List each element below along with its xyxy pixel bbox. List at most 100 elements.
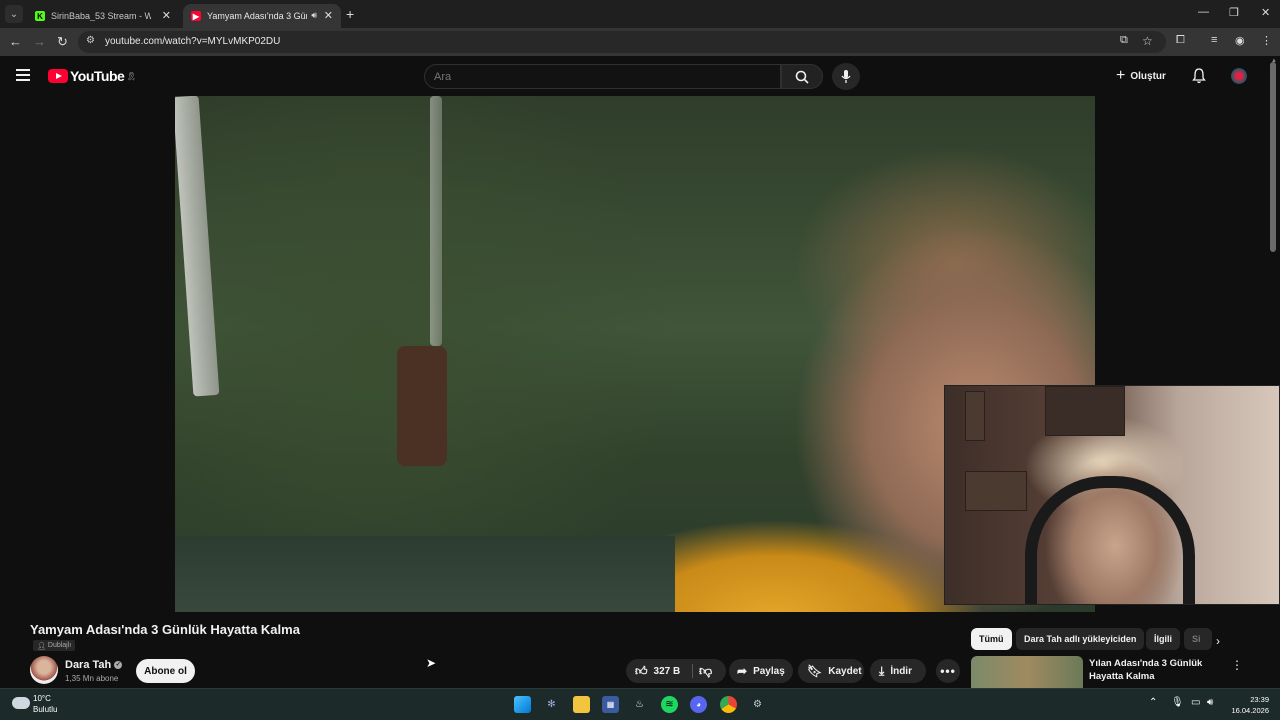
divider [692,664,693,678]
search-button[interactable] [781,64,823,89]
new-tab-button[interactable]: + [346,6,354,22]
discord-icon[interactable]: ◕ [690,696,707,713]
dubbed-badge: 👤︎ Dublajlı [33,640,76,651]
restore-icon[interactable]: ❐ [1229,6,1239,19]
profile-icon[interactable]: ◉ [1235,34,1245,47]
video-scene-water [175,536,675,612]
youtube-logo-text: YouTube [70,68,125,84]
wall-poster [965,471,1027,511]
tab-search-button[interactable]: ⌄ [5,5,23,23]
system-clock[interactable]: 23:39 16.04.2026 [1229,694,1269,716]
video-scene-person [397,346,447,466]
chrome-icon[interactable] [720,696,737,713]
back-icon[interactable]: ← [9,34,22,49]
weather-temperature[interactable]: 10°C [33,694,51,703]
cloud-icon[interactable] [12,697,30,709]
browser-menu-icon[interactable]: ⋮ [1261,34,1272,47]
chip-all[interactable]: Tümü [971,628,1012,650]
chip-related[interactable]: İlgili [1146,628,1180,650]
chevron-right-icon[interactable]: › [1216,634,1220,648]
kick-icon: K [35,11,45,21]
tab-title: Yamyam Adası'nda 3 Günlük [207,11,307,21]
create-label: Oluştur [1130,70,1166,82]
share-label: Paylaş [753,665,785,677]
minimize-icon[interactable]: — [1198,6,1209,18]
save-label: Kaydet [828,665,862,677]
more-vertical-icon[interactable]: ⋮ [1231,658,1243,672]
address-bar[interactable]: ⚙ youtube.com/watch?v=MYLvMKP02DU [78,31,1166,53]
channel-avatar[interactable] [30,656,58,684]
close-tab-icon[interactable]: ✕ [324,9,333,22]
cast-icon[interactable]: ⧉ [1120,34,1128,47]
notifications-button[interactable] [1192,68,1206,89]
bookmark-icon: 🔖︎ [807,664,823,678]
video-title: Yamyam Adası'nda 3 Günlük Hayatta Kalma [30,622,300,637]
person-icon: 👤︎ [37,642,46,650]
forward-icon[interactable]: → [33,34,46,49]
voice-search-button[interactable] [832,63,860,90]
search-icon [795,70,809,84]
download-button[interactable]: ⤓ İndir [870,659,926,683]
extensions-icon[interactable]: ⧠ [1176,34,1185,47]
wall-poster [965,391,985,441]
windows-taskbar: 10°C Bulutlu ✻ ▦ ♨ ≋ ◕ ⚙ ⌃ 🎙︎ ▭ 🔊︎ 23:39… [0,688,1280,720]
media-control-icon[interactable]: ≡ [1211,34,1217,46]
share-button[interactable]: ➦ Paylaş [729,659,793,683]
microsoft-store-icon[interactable]: ▦ [602,696,619,713]
subscribe-button[interactable]: Abone ol [136,659,195,683]
reload-icon[interactable]: ↻ [57,34,68,50]
search-box[interactable] [424,64,781,89]
youtube-header: YouTube 🎗︎ + Oluştur [0,56,1280,96]
close-window-icon[interactable]: ✕ [1261,6,1270,19]
thumbs-up-icon[interactable]: 👍︎ [635,664,648,679]
like-dislike-group: 👍︎ 327 B 👎︎ [626,659,726,683]
create-button[interactable]: + Oluştur [1116,65,1166,87]
subscriber-count: 1,35 Mn abone [65,674,119,683]
display-icon[interactable]: ▭ [1191,697,1200,708]
like-count[interactable]: 327 B [654,666,681,677]
tab-kick[interactable]: K SirinBaba_53 Stream - Watch Li ✕ [27,4,179,28]
channel-name-link[interactable]: Dara Tah ✓ [65,659,123,671]
weather-condition[interactable]: Bulutlu [33,705,57,714]
settings-app-icon[interactable]: ✻ [543,696,560,713]
volume-icon[interactable]: 🔊︎ [1207,697,1213,708]
chevron-up-icon[interactable]: ⌃ [1149,697,1157,708]
app-icon[interactable]: ⚙ [749,696,766,713]
chip-from-uploader[interactable]: Dara Tah adlı yükleyiciden [1016,628,1145,650]
headset [1025,476,1195,604]
youtube-icon: ▶ [191,11,201,21]
recommended-video-thumbnail[interactable] [971,656,1083,688]
file-explorer-icon[interactable] [573,696,590,713]
steam-icon[interactable]: ♨ [631,696,648,713]
bell-icon [1192,68,1206,84]
windows-start-icon[interactable] [514,696,531,713]
chip-more[interactable]: Si [1184,628,1212,650]
close-tab-icon[interactable]: ✕ [162,9,171,22]
thumbs-down-icon[interactable]: 👎︎ [699,663,712,679]
clock-date: 16.04.2026 [1231,706,1269,715]
account-avatar[interactable] [1231,68,1247,84]
microphone-tray-icon[interactable]: 🎙︎ [1171,697,1184,708]
channel-name: Dara Tah [65,659,112,671]
plus-icon: + [1116,67,1126,84]
page-scrollbar[interactable] [1270,62,1276,252]
verified-icon: ✓ [114,661,123,670]
site-info-icon[interactable]: ⚙ [86,35,95,46]
ribbon-icon: 🎗︎ [126,71,137,81]
recommended-video-title[interactable]: Yılan Adası'nda 3 Günlük Hayatta Kalma [1089,657,1219,683]
youtube-logo[interactable]: YouTube 🎗︎ [48,68,136,84]
download-label: İndir [890,665,912,677]
search-input[interactable] [434,71,734,83]
tab-youtube[interactable]: ▶ Yamyam Adası'nda 3 Günlük 🔊︎ ✕ [183,4,341,28]
share-icon: ➦ [737,664,748,678]
wall-poster [1045,386,1125,436]
clock-time: 23:39 [1250,695,1269,704]
spotify-icon[interactable]: ≋ [661,696,678,713]
bookmark-star-icon[interactable]: ☆ [1142,34,1153,48]
more-horizontal-icon: ••• [940,664,956,678]
speaker-icon[interactable]: 🔊︎ [311,10,317,21]
dubbed-badge-label: Dublajlı [47,642,72,649]
hamburger-menu-icon[interactable] [16,69,30,81]
more-actions-button[interactable]: ••• [936,659,960,683]
save-button[interactable]: 🔖︎ Kaydet [798,659,864,683]
